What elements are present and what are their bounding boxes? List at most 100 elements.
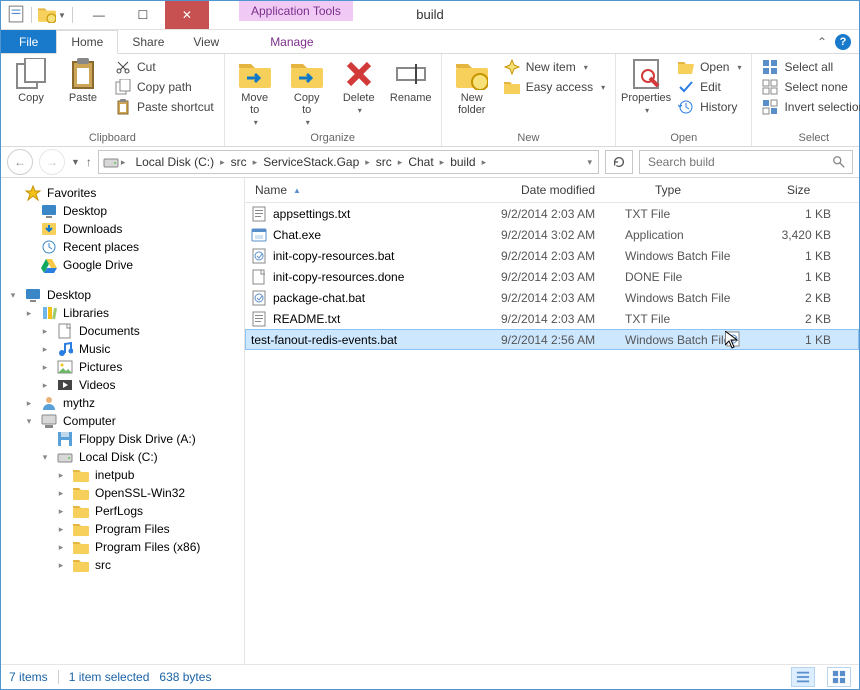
- ribbon-collapse-icon[interactable]: ⌃: [817, 35, 827, 49]
- minimize-button[interactable]: —: [77, 1, 121, 29]
- up-button[interactable]: ↑: [86, 155, 92, 169]
- file-date: 9/2/2014 2:03 AM: [501, 270, 625, 284]
- qat-newfolder-icon[interactable]: [38, 5, 56, 26]
- file-type: DONE File: [625, 270, 747, 284]
- select-all-button[interactable]: Select all: [758, 58, 860, 76]
- file-icon: [251, 290, 267, 306]
- nav-folder[interactable]: ▸OpenSSL-Win32: [1, 484, 244, 502]
- paste-shortcut-button[interactable]: Paste shortcut: [111, 98, 218, 116]
- breadcrumb-segment[interactable]: build: [446, 155, 479, 169]
- new-item-button[interactable]: New item▾: [500, 58, 609, 76]
- file-type: TXT File: [625, 312, 747, 326]
- properties-button[interactable]: Properties▾: [622, 56, 670, 115]
- tab-home[interactable]: Home: [56, 30, 118, 54]
- breadcrumb-segment[interactable]: src: [227, 155, 251, 169]
- col-type[interactable]: Type: [645, 183, 777, 197]
- nav-folder[interactable]: ▸PerfLogs: [1, 502, 244, 520]
- file-date: 9/2/2014 2:03 AM: [501, 312, 625, 326]
- history-button[interactable]: History: [674, 98, 745, 116]
- edit-button[interactable]: Edit: [674, 78, 745, 96]
- paste-button[interactable]: Paste: [59, 56, 107, 104]
- qat-dropdown-icon[interactable]: ▼: [58, 11, 66, 20]
- navigation-pane: FavoritesDesktopDownloadsRecent placesGo…: [1, 178, 245, 664]
- nav-drive[interactable]: ▾Local Disk (C:): [1, 448, 244, 466]
- recent-locations-icon[interactable]: ▼: [71, 157, 80, 167]
- move-to-button[interactable]: Moveto▾: [231, 56, 279, 127]
- copy-path-button[interactable]: Copy path: [111, 78, 218, 96]
- file-name: init-copy-resources.bat: [273, 249, 394, 263]
- select-none-button[interactable]: Select none: [758, 78, 860, 96]
- nav-computer[interactable]: ▾Computer: [1, 412, 244, 430]
- quick-access-toolbar: ▼: [1, 5, 77, 26]
- nav-fav-item[interactable]: Downloads: [1, 220, 244, 238]
- breadcrumb-segment[interactable]: ServiceStack.Gap: [259, 155, 363, 169]
- file-date: 9/2/2014 2:56 AM: [501, 333, 625, 347]
- col-size[interactable]: Size: [777, 183, 859, 197]
- address-bar[interactable]: ▸ Local Disk (C:)▸src▸ServiceStack.Gap▸s…: [98, 150, 599, 174]
- file-row[interactable]: appsettings.txt 9/2/2014 2:03 AM TXT Fil…: [245, 203, 859, 224]
- back-button[interactable]: ←: [7, 149, 33, 175]
- col-name[interactable]: Name▲: [245, 183, 511, 197]
- nav-folder[interactable]: ▸Program Files (x86): [1, 538, 244, 556]
- nav-lib-item[interactable]: ▸Music: [1, 340, 244, 358]
- nav-libraries[interactable]: ▸Libraries: [1, 304, 244, 322]
- help-icon[interactable]: ?: [835, 34, 851, 50]
- delete-button[interactable]: Delete▾: [335, 56, 383, 115]
- nav-lib-item[interactable]: ▸Videos: [1, 376, 244, 394]
- nav-folder[interactable]: ▸Program Files: [1, 520, 244, 538]
- search-box[interactable]: [639, 150, 853, 174]
- search-input[interactable]: [646, 154, 800, 170]
- nav-fav-item[interactable]: Desktop: [1, 202, 244, 220]
- forward-button[interactable]: →: [39, 149, 65, 175]
- file-row[interactable]: README.txt 9/2/2014 2:03 AM TXT File 2 K…: [245, 308, 859, 329]
- file-icon: [251, 206, 267, 222]
- open-button[interactable]: Open▾: [674, 58, 745, 76]
- nav-fav-item[interactable]: Google Drive: [1, 256, 244, 274]
- cut-button[interactable]: Cut: [111, 58, 218, 76]
- file-menu[interactable]: File: [1, 30, 56, 53]
- maximize-button[interactable]: ☐: [121, 1, 165, 29]
- file-row[interactable]: Chat.exe 9/2/2014 3:02 AM Application 3,…: [245, 224, 859, 245]
- close-button[interactable]: ✕: [165, 1, 209, 29]
- thumbnails-view-button[interactable]: [827, 667, 851, 687]
- new-folder-button[interactable]: Newfolder: [448, 56, 496, 116]
- nav-fav-item[interactable]: Recent places: [1, 238, 244, 256]
- file-row[interactable]: init-copy-resources.bat 9/2/2014 2:03 AM…: [245, 245, 859, 266]
- nav-lib-item[interactable]: ▸Documents: [1, 322, 244, 340]
- tab-manage[interactable]: Manage: [256, 30, 328, 53]
- nav-drive[interactable]: Floppy Disk Drive (A:): [1, 430, 244, 448]
- file-date: 9/2/2014 3:02 AM: [501, 228, 625, 242]
- file-row[interactable]: test-fanout-redis-events.bat 9/2/2014 2:…: [245, 329, 859, 350]
- nav-lib-item[interactable]: ▸Pictures: [1, 358, 244, 376]
- easy-access-button[interactable]: Easy access▾: [500, 78, 609, 96]
- details-view-button[interactable]: [791, 667, 815, 687]
- file-size: 1 KB: [747, 333, 859, 347]
- status-items: 7 items: [9, 670, 48, 684]
- invert-selection-button[interactable]: Invert selection: [758, 98, 860, 116]
- nav-folder[interactable]: ▸inetpub: [1, 466, 244, 484]
- tab-view[interactable]: View: [179, 30, 234, 53]
- file-name: package-chat.bat: [273, 291, 365, 305]
- qat-properties-icon[interactable]: [7, 5, 25, 26]
- nav-user[interactable]: ▸mythz: [1, 394, 244, 412]
- file-icon: [251, 227, 267, 243]
- search-icon: [832, 155, 846, 169]
- file-row[interactable]: init-copy-resources.done 9/2/2014 2:03 A…: [245, 266, 859, 287]
- copy-to-button[interactable]: Copyto▾: [283, 56, 331, 127]
- breadcrumb-segment[interactable]: src: [372, 155, 396, 169]
- nav-favorites[interactable]: Favorites: [1, 184, 244, 202]
- breadcrumb-segment[interactable]: Local Disk (C:): [131, 155, 218, 169]
- file-name: Chat.exe: [273, 228, 321, 242]
- file-type: Windows Batch File: [625, 249, 747, 263]
- col-date[interactable]: Date modified: [511, 183, 645, 197]
- nav-desktop[interactable]: ▾Desktop: [1, 286, 244, 304]
- refresh-button[interactable]: [605, 150, 633, 174]
- file-date: 9/2/2014 2:03 AM: [501, 249, 625, 263]
- file-row[interactable]: package-chat.bat 9/2/2014 2:03 AM Window…: [245, 287, 859, 308]
- rename-button[interactable]: Rename: [387, 56, 435, 104]
- breadcrumb-segment[interactable]: Chat: [404, 155, 437, 169]
- tab-share[interactable]: Share: [118, 30, 179, 53]
- file-icon: [251, 311, 267, 327]
- nav-folder[interactable]: ▸src: [1, 556, 244, 574]
- copy-button[interactable]: Copy: [7, 56, 55, 104]
